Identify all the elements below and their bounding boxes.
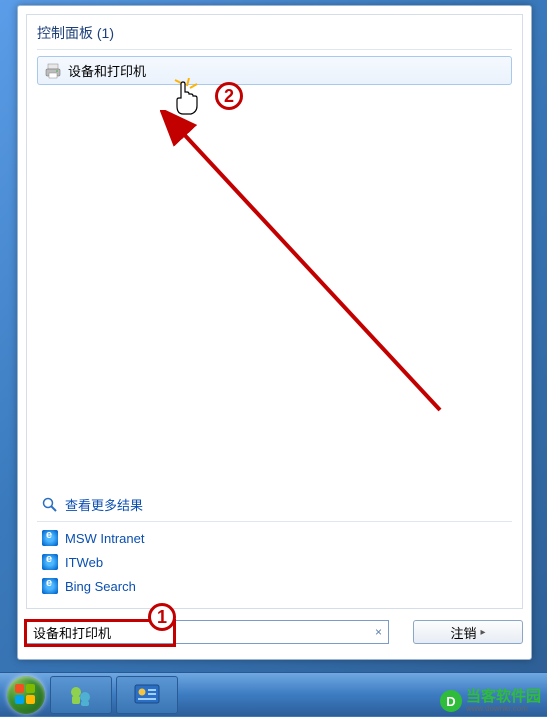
taskbar-item-control-panel[interactable]: [116, 676, 178, 714]
result-devices-and-printers[interactable]: 设备和打印机: [37, 56, 512, 85]
control-panel-icon: [134, 684, 160, 706]
search-row: × 注销: [26, 617, 523, 647]
annotation-marker-2: 2: [215, 82, 243, 110]
link-bing-search[interactable]: Bing Search: [37, 574, 512, 598]
taskbar-item-messenger[interactable]: [50, 676, 112, 714]
ie-icon: [41, 577, 59, 595]
messenger-icon: [67, 683, 95, 707]
link-msw-intranet[interactable]: MSW Intranet: [37, 526, 512, 550]
ie-icon: [41, 529, 59, 547]
start-menu-search-panel: 控制面板 (1) 设备和打印机 查看更多结果: [17, 5, 532, 660]
divider: [37, 49, 512, 50]
link-label: ITWeb: [65, 555, 103, 570]
result-label: 设备和打印机: [68, 61, 146, 80]
start-button[interactable]: [4, 673, 48, 717]
search-input-wrap[interactable]: ×: [26, 620, 389, 644]
watermark-logo-icon: D: [440, 690, 462, 712]
windows-orb-icon: [7, 676, 45, 714]
link-label: MSW Intranet: [65, 531, 144, 546]
link-see-more-results[interactable]: 查看更多结果: [37, 492, 512, 517]
watermark-name: 当客软件园: [466, 689, 541, 704]
annotation-marker-1: 1: [148, 603, 176, 631]
search-input[interactable]: [33, 625, 366, 640]
link-label: 查看更多结果: [65, 495, 143, 514]
ie-icon: [41, 553, 59, 571]
link-itweb[interactable]: ITWeb: [37, 550, 512, 574]
printer-icon: [44, 62, 62, 80]
magnifier-icon: [41, 496, 59, 514]
search-results-area: 控制面板 (1) 设备和打印机 查看更多结果: [26, 14, 523, 609]
divider: [37, 521, 512, 522]
section-header-control-panel: 控制面板 (1): [27, 15, 522, 47]
watermark-url: www.downkr.com: [466, 704, 541, 713]
watermark: D 当客软件园 www.downkr.com: [440, 689, 541, 713]
link-label: Bing Search: [65, 579, 136, 594]
clear-search-icon[interactable]: ×: [375, 625, 382, 639]
logout-label: 注销: [450, 623, 476, 642]
bottom-links: 查看更多结果 MSW Intranet ITWeb Bing Search: [37, 492, 512, 598]
logout-button[interactable]: 注销: [413, 620, 523, 644]
